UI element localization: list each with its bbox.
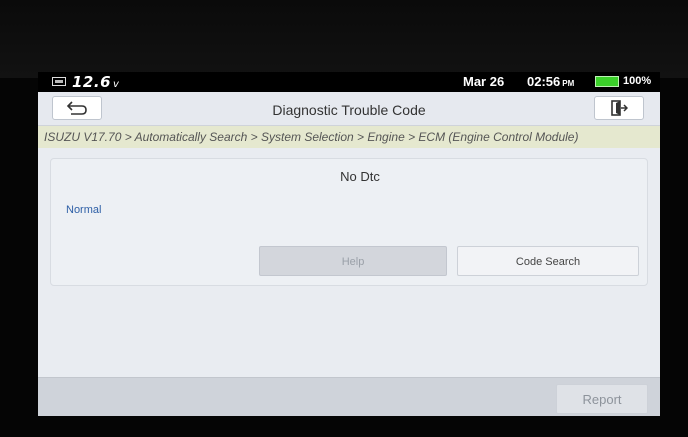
device-screen: 12.6 v Mar 26 02:56 PM 100% Diagnostic Tro… [38,72,660,416]
breadcrumb: ISUZU V17.70 > Automatically Search > Sy… [38,126,660,148]
exit-button[interactable] [594,96,644,120]
vehicle-battery-icon [52,77,66,86]
title-bar: Diagnostic Trouble Code [38,92,660,126]
exit-icon [611,100,628,116]
battery-percent: 100% [623,75,652,87]
dtc-result-text: No Dtc [340,169,380,184]
system-status-text: Normal [66,204,102,216]
page-title: Diagnostic Trouble Code [272,102,426,118]
device-bezel [0,0,688,78]
voltage-readout: 12.6 v [72,73,120,91]
code-search-button[interactable]: Code Search [457,246,639,276]
dtc-result-panel: No Dtc Normal Help Code Search [50,158,648,286]
status-time: 02:56 PM [527,74,575,89]
battery-icon [595,76,619,87]
status-date: Mar 26 [463,74,505,89]
help-button[interactable]: Help [259,246,447,276]
status-bar: 12.6 v Mar 26 02:56 PM 100% [38,72,660,92]
report-button[interactable]: Report [556,384,648,414]
bottom-toolbar: Report [38,377,660,416]
